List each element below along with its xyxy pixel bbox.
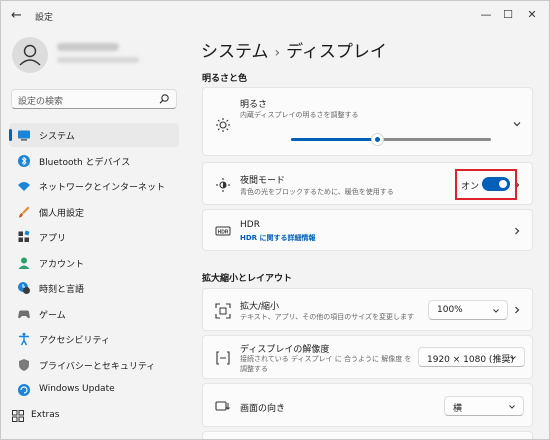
settings-window: ← 設定 — ☐ ✕ 設定の検索 システム Bluetooth とデバイス ネッ… — [0, 0, 550, 440]
night-light-subtitle: 青色の光をブロックするために、暖色を使用する — [240, 188, 394, 196]
sidebar-item-label: システム — [39, 132, 75, 142]
sidebar-item-label: アプリ — [39, 234, 67, 244]
search-placeholder: 設定の検索 — [18, 97, 64, 107]
sidebar-item-label: プライバシーとセキュリティ — [39, 361, 156, 372]
orientation-title: 画面の向き — [240, 404, 286, 414]
close-button[interactable]: ✕ — [521, 5, 543, 25]
scale-icon — [215, 303, 231, 319]
sidebar-item-personalization[interactable]: 個人用設定 — [9, 200, 179, 224]
brightness-subtitle: 内蔵ディスプレイの明るさを調整する — [240, 111, 359, 119]
brightness-card[interactable]: 明るさ 内蔵ディスプレイの明るさを調整する — [202, 87, 533, 156]
accessibility-icon — [19, 332, 29, 346]
hdr-learn-more-link[interactable]: HDR に関する詳細情報 — [240, 233, 316, 243]
scale-dropdown[interactable]: 100% — [428, 300, 508, 320]
sidebar-item-extras[interactable]: Extras — [9, 404, 179, 428]
sidebar-item-accounts[interactable]: アカウント — [9, 251, 179, 275]
night-light-icon — [216, 178, 230, 192]
night-light-title: 夜間モード — [240, 176, 286, 186]
gaming-icon — [18, 310, 30, 318]
sidebar-item-label: Extras — [31, 409, 60, 420]
sidebar-item-label: Bluetooth とデバイス — [39, 157, 131, 168]
sidebar-item-label: Windows Update — [39, 384, 115, 394]
shield-icon — [19, 358, 29, 371]
breadcrumb-separator: › — [274, 45, 281, 61]
sidebar-item-windows-update[interactable]: Windows Update — [9, 378, 179, 402]
hdr-icon: HDR — [215, 226, 231, 236]
chevron-down-icon — [509, 405, 515, 409]
page-title: ディスプレイ — [286, 42, 387, 62]
hdr-card[interactable]: HDR HDR HDR に関する詳細情報 — [202, 209, 533, 251]
time-language-icon — [18, 282, 30, 294]
scale-subtitle: テキスト、アプリ、その他の項目のサイズを変更します — [240, 313, 415, 321]
brightness-slider-fill — [291, 138, 377, 141]
maximize-button[interactable]: ☐ — [497, 5, 519, 25]
orientation-card[interactable]: 画面の向き 横 — [202, 383, 533, 427]
sidebar-item-label: アカウント — [39, 259, 85, 270]
profile-name-blurred — [57, 43, 119, 51]
sidebar-item-accessibility[interactable]: アクセシビリティ — [9, 327, 179, 351]
sidebar-item-label: アクセシビリティ — [39, 336, 111, 346]
next-card-partial — [202, 431, 533, 439]
sidebar-item-label: 時刻と言語 — [39, 285, 85, 295]
title-bar: ← 設定 — ☐ ✕ — [1, 1, 549, 33]
night-light-toggle[interactable] — [482, 177, 510, 191]
resolution-subtitle: 接続されている ディスプレイ に 合うように 解像度 を 調整する — [240, 355, 412, 373]
orientation-value: 横 — [453, 404, 463, 414]
chevron-down-icon — [493, 309, 499, 313]
wifi-icon — [18, 182, 30, 191]
brightness-icon — [216, 118, 230, 132]
chevron-down-icon[interactable] — [512, 119, 522, 129]
scale-value: 100% — [437, 305, 463, 315]
resolution-card[interactable]: ディスプレイの解像度 接続されている ディスプレイ に 合うように 解像度 を … — [202, 335, 533, 379]
search-icon — [159, 94, 169, 104]
resolution-dropdown[interactable]: 1920 × 1080 (推奨) — [418, 347, 525, 367]
system-icon — [18, 130, 30, 141]
sidebar-item-label: 個人用設定 — [39, 208, 85, 219]
profile-email-blurred — [57, 57, 139, 63]
update-icon — [18, 384, 30, 396]
sidebar-item-apps[interactable]: アプリ — [9, 225, 179, 249]
app-title: 設定 — [35, 13, 54, 23]
back-arrow-icon[interactable]: ← — [11, 9, 25, 23]
sidebar-item-time-language[interactable]: 時刻と言語 — [9, 276, 179, 300]
brush-icon — [19, 206, 30, 217]
scale-title: 拡大/縮小 — [240, 302, 280, 312]
sidebar-item-label: ネットワークとインターネット — [39, 183, 166, 193]
sidebar-item-label: ゲーム — [39, 310, 66, 321]
bluetooth-icon — [18, 154, 30, 167]
sidebar-nav: システム Bluetooth とデバイス ネットワークとインターネット 個人用設… — [9, 123, 179, 429]
chevron-right-icon[interactable] — [512, 226, 522, 236]
breadcrumb: システム › ディスプレイ — [201, 37, 387, 62]
chevron-right-icon[interactable] — [512, 305, 522, 315]
extras-icon — [12, 409, 24, 422]
sidebar-item-network[interactable]: ネットワークとインターネット — [9, 174, 179, 198]
sidebar-item-bluetooth[interactable]: Bluetooth とデバイス — [9, 149, 179, 173]
toggle-knob — [499, 180, 507, 188]
hdr-title: HDR — [240, 220, 260, 230]
brightness-slider-thumb[interactable] — [371, 133, 384, 146]
breadcrumb-parent[interactable]: システム — [201, 42, 269, 62]
brightness-slider[interactable] — [291, 133, 491, 146]
orientation-dropdown[interactable]: 横 — [444, 396, 524, 416]
resolution-icon — [216, 351, 230, 365]
brightness-title: 明るさ — [240, 100, 268, 110]
active-indicator — [9, 129, 12, 141]
minimize-button[interactable]: — — [475, 5, 497, 25]
apps-icon — [18, 230, 30, 242]
section-heading-brightness-color: 明るさと色 — [202, 74, 248, 84]
account-icon — [18, 257, 30, 269]
sidebar-item-system[interactable]: システム — [9, 123, 179, 147]
user-icon — [19, 44, 41, 66]
search-input[interactable]: 設定の検索 — [11, 89, 177, 109]
avatar[interactable] — [12, 37, 48, 73]
svg-text:HDR: HDR — [218, 229, 229, 235]
scale-card[interactable]: 拡大/縮小 テキスト、アプリ、その他の項目のサイズを変更します 100% — [202, 288, 533, 331]
resolution-value: 1920 × 1080 (推奨) — [427, 355, 514, 365]
night-light-toggle-label: オン — [461, 182, 480, 192]
section-heading-scale-layout: 拡大縮小とレイアウト — [202, 274, 293, 284]
orientation-icon — [215, 401, 230, 411]
chevron-down-icon — [510, 356, 516, 360]
sidebar-item-privacy-security[interactable]: プライバシーとセキュリティ — [9, 353, 179, 377]
sidebar-item-gaming[interactable]: ゲーム — [9, 302, 179, 326]
